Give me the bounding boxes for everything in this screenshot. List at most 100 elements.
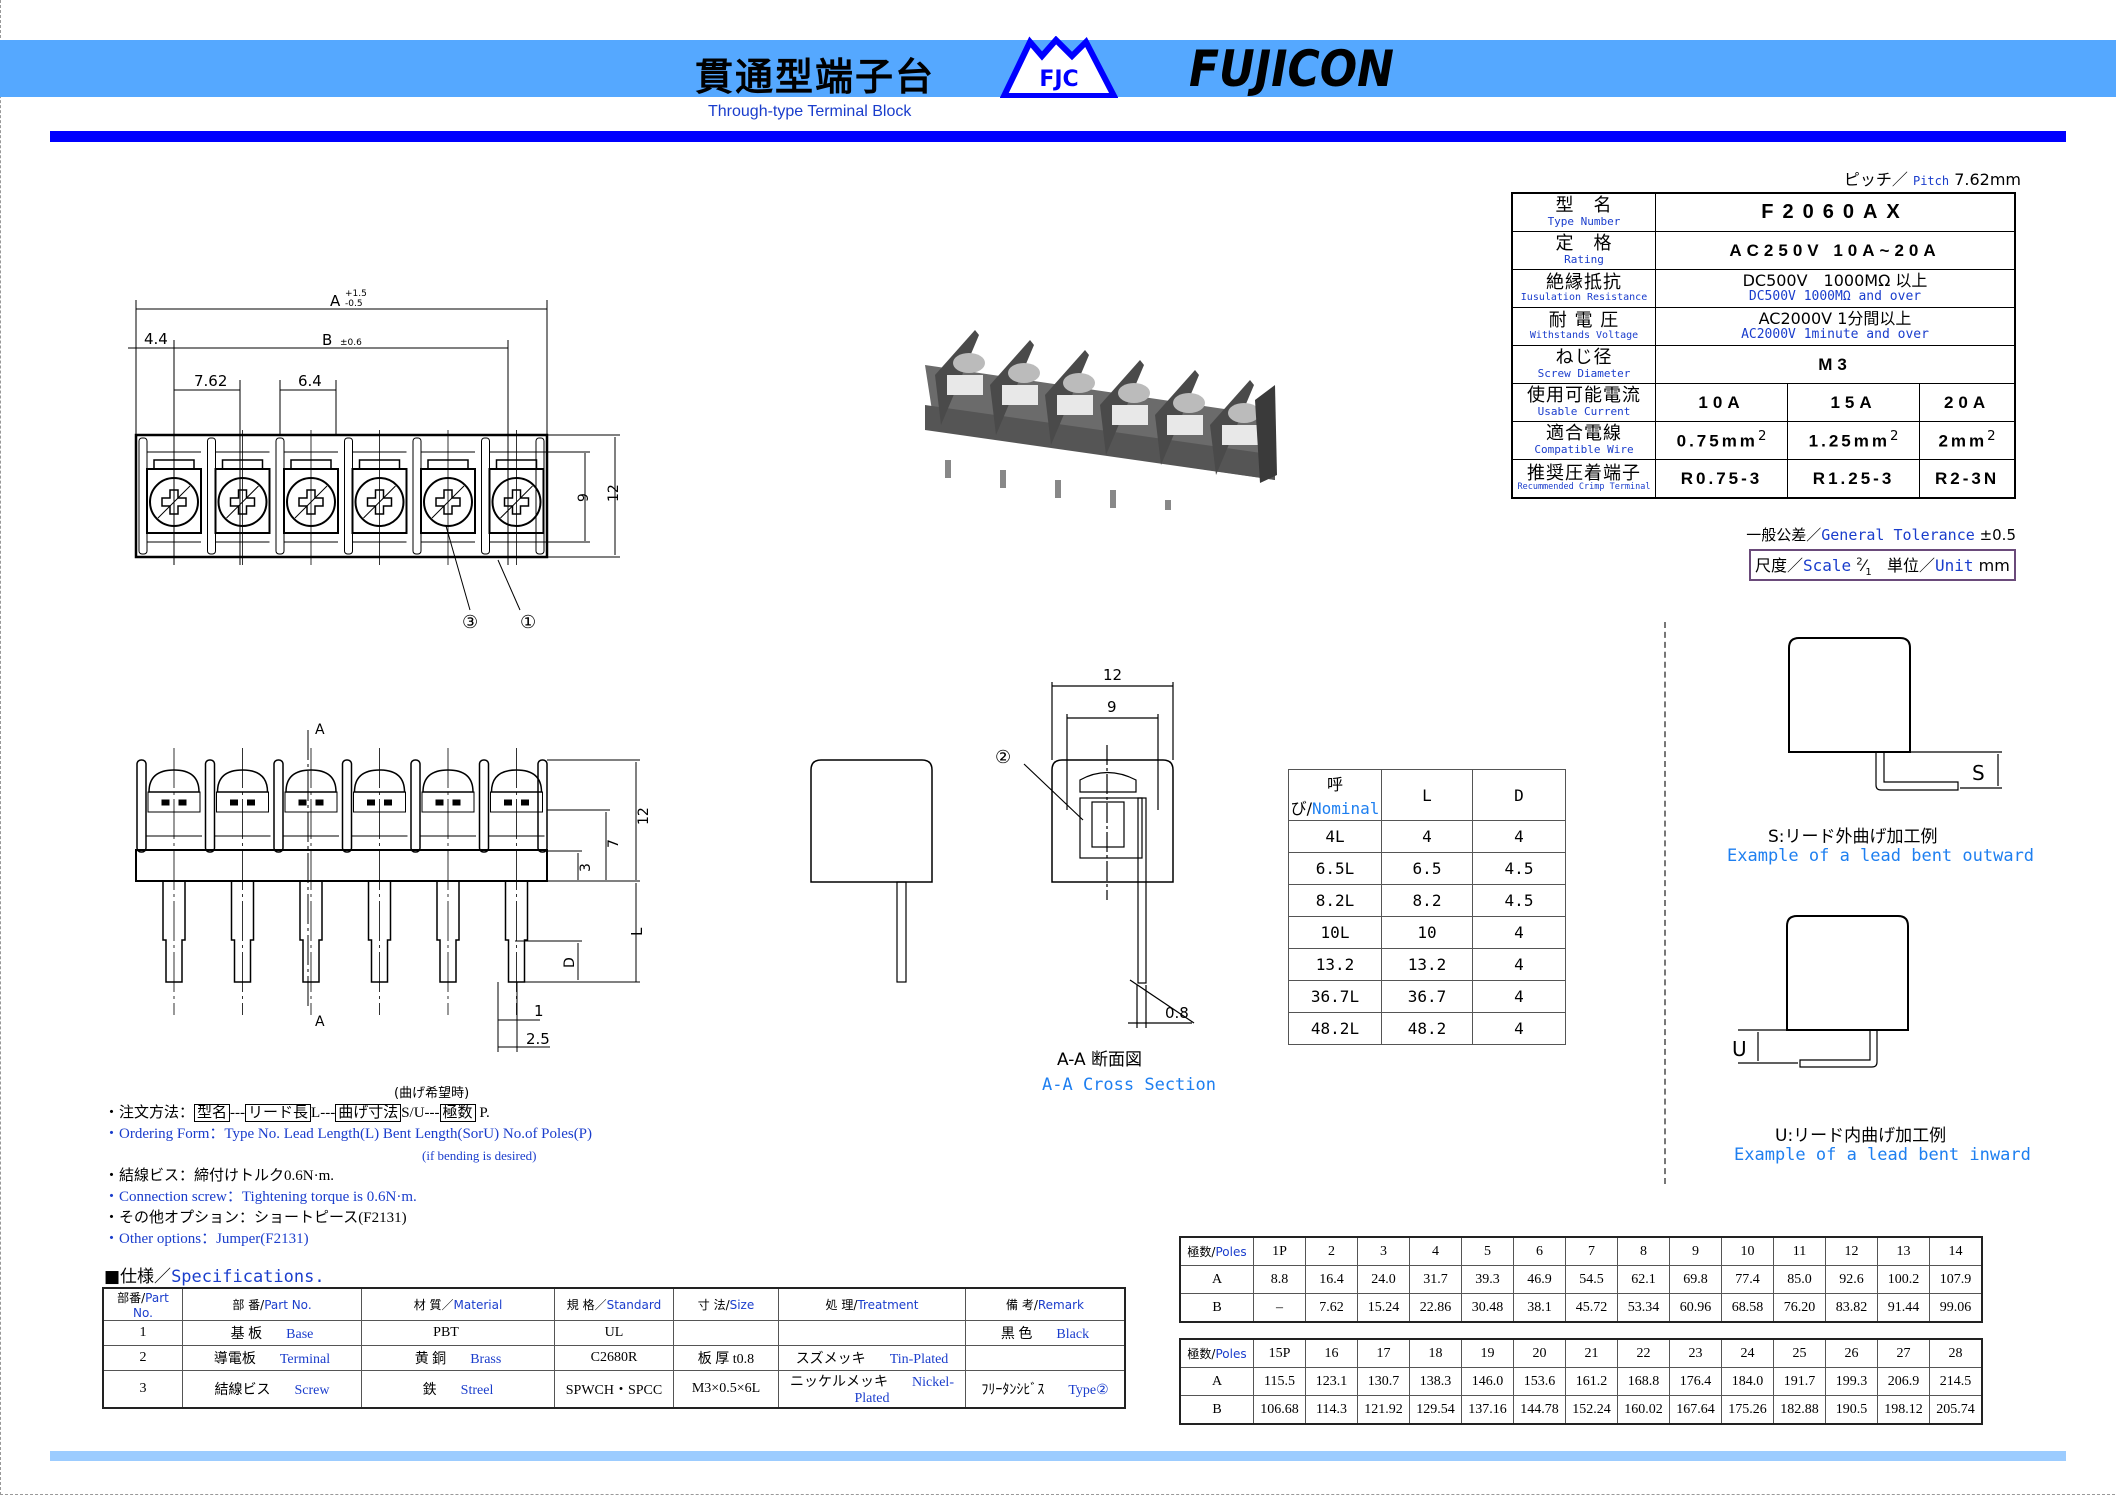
parts-mat-en: Streel (460, 1383, 494, 1398)
poles-row-b: B –7.62 15.24 22.86 30.48 38.1 45.72 53.34 60.96… (1179, 1293, 1983, 1323)
nominal-cell: 13.2 (1381, 948, 1473, 981)
dim-section-9: 9 (1107, 698, 1117, 716)
product-photo (925, 330, 1277, 510)
poles-label-jp: 極数/ (1187, 1347, 1216, 1361)
nominal-row: 36.7L 36.7 4 (1288, 980, 1566, 1013)
order-sep: --- (230, 1105, 246, 1121)
nominal-cell: 4 (1472, 980, 1566, 1013)
nominal-row: 4L 4 4 (1288, 820, 1566, 853)
bend-s-drawing: S (1788, 637, 2002, 791)
spec-row-withstand: 耐 電 圧 Withstands Voltage AC2000V 1分間以上 AC2… (1511, 307, 2016, 346)
parts-size: 板 厚 t0.8 (697, 1352, 755, 1367)
parts-row: 2 導電板 Terminal 黄 銅 Brass C2680R 板 厚 t0.8 スズメッキ T… (102, 1345, 1126, 1371)
wire-label: 適合電線 (1546, 423, 1622, 445)
poles-row-label: 極数/Poles (1179, 1236, 1254, 1266)
unit-jp: 単位／ (1886, 556, 1935, 575)
dim-a-label: A (330, 292, 341, 310)
parts-cell: 1 (102, 1320, 183, 1346)
nominal-cell: 36.7L (1288, 980, 1382, 1013)
order-form-en: ・Ordering Form：Type No. Lead Length(L) B… (104, 1126, 593, 1142)
bent-lead-outward (1875, 752, 1959, 791)
dim-s: S (1972, 761, 1985, 785)
parts-table-body: 1 基 板 Base PBT UL 黒 色 Black 2 導電板 Terminal 黄 銅 Bras… (102, 1320, 1126, 1409)
dim-section-12: 12 (1103, 666, 1122, 684)
poles-cell: 14 (1929, 1236, 1983, 1266)
parts-cell: 板 厚 t0.8 (673, 1345, 779, 1371)
poles-cell: 92.6 (1825, 1265, 1878, 1294)
nominal-cell: 4 (1381, 820, 1473, 853)
parts-cell: 3 (102, 1370, 183, 1409)
scale-num: 2 (1856, 556, 1863, 568)
poles-cell: 54.5 (1565, 1265, 1618, 1294)
order-box-lead: リード長 (245, 1104, 312, 1122)
photo-terminal (1210, 380, 1260, 475)
poles-row-a: A 115.5 123.1 130.7 138.3 146.0 153.6 161.2 168.… (1179, 1367, 1983, 1396)
scale-den: 1 (1865, 567, 1872, 579)
terminal-cell (412, 430, 476, 565)
general-tolerance: 一般公差／General Tolerance ±0.5 (1746, 524, 2016, 545)
dim-4-4: 4.4 (144, 330, 168, 348)
parts-row: 1 基 板 Base PBT UL 黒 色 Black (102, 1320, 1126, 1346)
poles-cell: 77.4 (1721, 1265, 1774, 1294)
section-screw-shank (1091, 801, 1125, 848)
spec-row-wire: 適合電線 Compatible Wire 0.75mm2 1.25mm2 2mm2 (1511, 421, 2016, 460)
order-box-poles: 極数 (439, 1104, 476, 1122)
poles-cell: 198.12 (1877, 1395, 1930, 1425)
nominal-cell: 13.2 (1288, 948, 1382, 981)
parts-table: 部番/Part No. 部 番/Part No. 材 質／Material 規 格／S… (102, 1287, 1126, 1409)
poles-cell: 30.48 (1461, 1293, 1514, 1323)
crimp-label: 推奨圧着端子 (1527, 462, 1641, 484)
rating-value: AC250V 10A~20A (1729, 240, 1941, 260)
nominal-row: 48.2L 48.2 4 (1288, 1012, 1566, 1045)
parts-part-jp: 結線ビス (214, 1383, 271, 1398)
poles-row-poles: 極数/Poles 1P 2 3 4 5 6 7 8 9 10 11 12 13 14 (1179, 1236, 1983, 1266)
parts-header-cell: 寸 法/Size (673, 1287, 779, 1321)
poles-cell: 46.9 (1513, 1265, 1566, 1294)
poles-cell: 130.7 (1357, 1367, 1410, 1396)
bend-u-title-jp: U:リード内曲げ加工例 (1775, 1126, 1947, 1146)
nominal-header-d: D (1472, 769, 1566, 821)
parts-part-jp: 導電板 (213, 1352, 256, 1367)
poles-cell: 21 (1565, 1338, 1618, 1368)
poles-row-label: B (1179, 1395, 1254, 1425)
withstand-label: 耐 電 圧 (1548, 309, 1620, 331)
header-en: Treatment (857, 1298, 919, 1312)
parts-no: 1 (139, 1325, 147, 1340)
order-sep: L--- (311, 1105, 336, 1121)
insulation-value: DC500V 1000MΩ 以上 (1742, 271, 1928, 291)
poles-cell: 13 (1877, 1236, 1930, 1266)
parts-header-cell: 処 理/Treatment (778, 1287, 966, 1321)
parts-rem-en: Type② (1068, 1383, 1109, 1398)
parts-cell: UL (554, 1320, 674, 1346)
screw-note-en: ・Connection screw：Tightening torque is 0… (104, 1189, 417, 1205)
poles-cell: 9 (1669, 1236, 1722, 1266)
poles-cell: 8.8 (1253, 1265, 1306, 1294)
dim-lead-l: L (628, 927, 646, 936)
poles-cell: 129.54 (1409, 1395, 1462, 1425)
parts-header-cell: 材 質／Material (361, 1287, 555, 1321)
parts-cell: M3×0.5×6L (673, 1370, 779, 1409)
dim-u: U (1732, 1037, 1747, 1061)
poles-cell: 5 (1461, 1236, 1514, 1266)
poles-cell: 190.5 (1825, 1395, 1878, 1425)
screw-value: M3 (1818, 354, 1852, 374)
wire-value: 0.75mm (1676, 431, 1758, 451)
header-en: Material (453, 1298, 503, 1312)
parts-cell (673, 1320, 779, 1346)
parts-cell: PBT (361, 1320, 555, 1346)
withstand-value-en: AC2000V 1minute and over (1741, 327, 1929, 343)
parts-treat-jp: ニッケルメッキ (790, 1375, 888, 1390)
poles-cell: 10 (1721, 1236, 1774, 1266)
poles-table-1: 極数/Poles 1P 2 3 4 5 6 7 8 9 10 11 12 13 14 A 8.8 16.4 24.0… (1179, 1236, 1983, 1323)
parts-cell: ﾌﾘｰﾀﾝｼﾋﾞｽ Type② (965, 1370, 1126, 1409)
scale-box: 尺度／Scale 2⁄1 単位／Unit mm (1749, 549, 2016, 582)
dim-0-8: 0.8 (1165, 1004, 1189, 1022)
header-jp: 部番/ (117, 1291, 146, 1305)
poles-cell: 8 (1617, 1236, 1670, 1266)
poles-cell: 7 (1565, 1236, 1618, 1266)
top-view-drawing: A +1.5 -0.5 B ±0.6 4.4 7.62 6.4 9 12 ③ ① (128, 289, 622, 633)
parts-header-cell: 規 格／Standard (554, 1287, 674, 1321)
poles-cell: 45.72 (1565, 1293, 1618, 1323)
screw-note-jp: ・結線ビス：締付けトルク0.6N·m. (104, 1168, 334, 1184)
poles-table-2: 極数/Poles 15P 16 17 18 19 20 21 22 23 24 25 26 27 28 A 11… (1179, 1338, 1983, 1425)
